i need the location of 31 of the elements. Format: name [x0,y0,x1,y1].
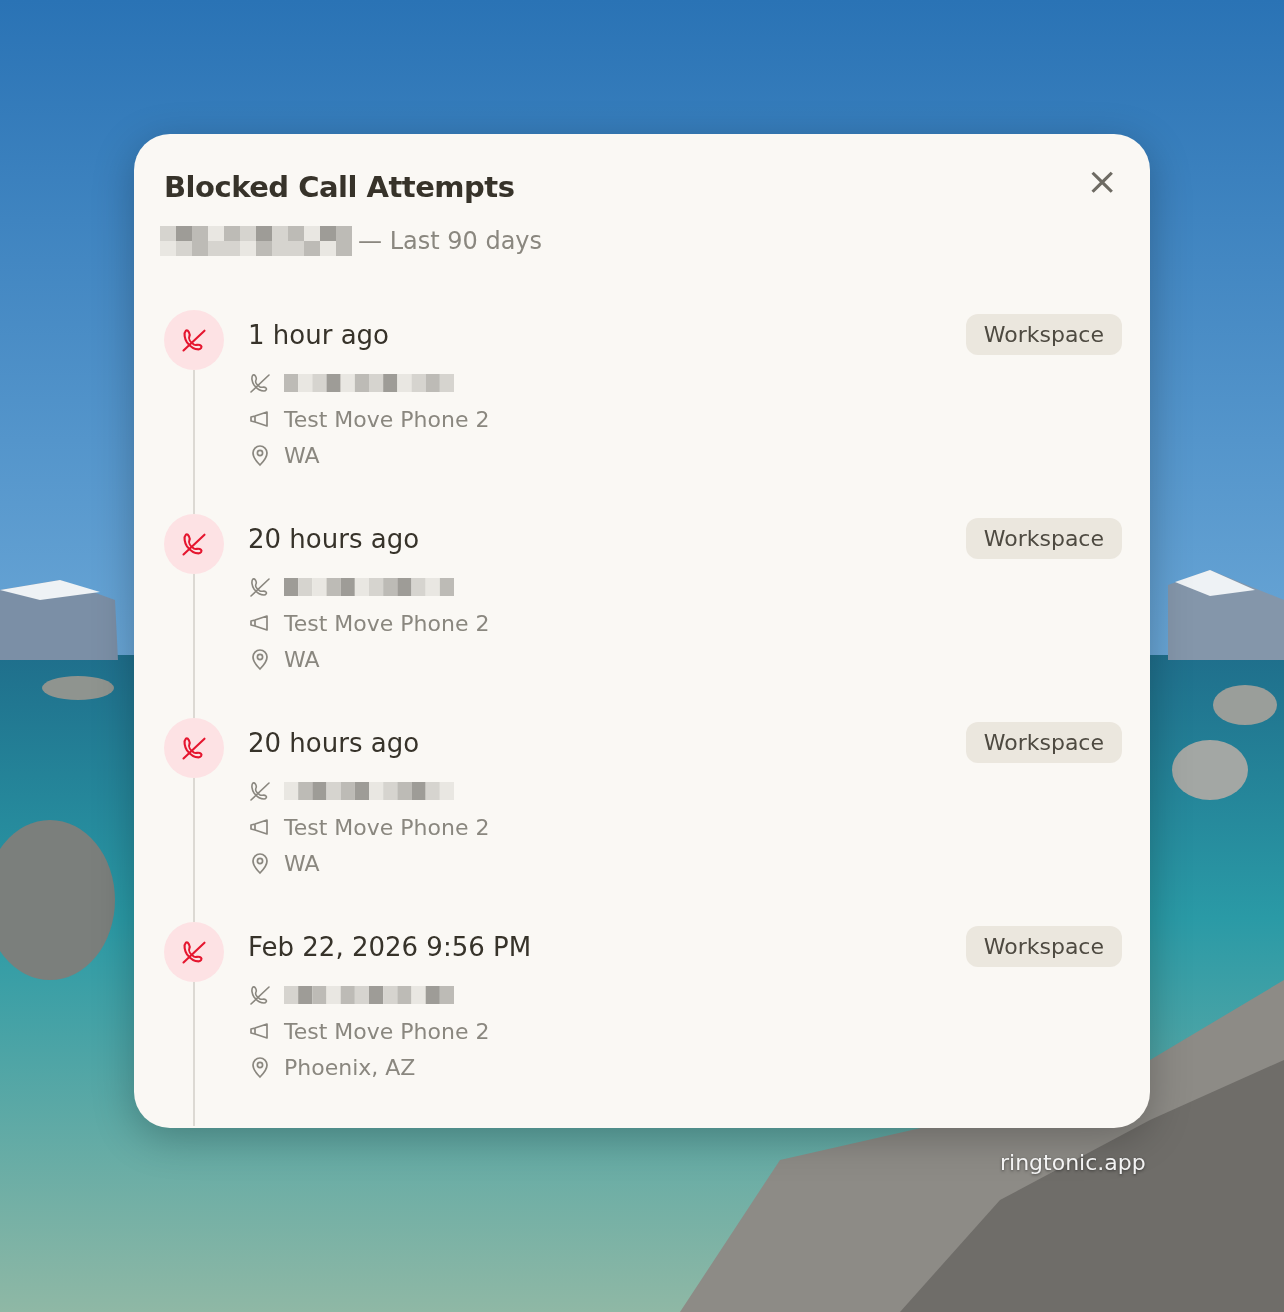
workspace-tag: Workspace [965,722,1122,763]
redacted-number-icon [284,578,454,596]
phone-off-icon [248,371,272,395]
rock-drawing [1213,685,1277,725]
site-caption: ringtonic.app [1000,1150,1146,1175]
redacted-number-icon [284,782,454,800]
call-time: Feb 22, 2026 9:56 PM [248,931,532,962]
redacted-number-icon [284,374,454,392]
phone-line-name: Test Move Phone 2 [284,814,490,840]
phone-off-icon [248,779,272,803]
call-location: WA [284,850,320,876]
rock-drawing [42,676,114,700]
redacted-number-icon [284,986,454,1004]
phone-off-icon [248,575,272,599]
phone-off-icon [248,983,272,1007]
workspace-tag: Workspace [965,926,1122,967]
phone-line-name: Test Move Phone 2 [284,610,490,636]
subtitle: — Last 90 days [358,227,543,255]
call-time: 20 hours ago [248,727,420,758]
call-location: WA [284,646,320,672]
workspace-tag: Workspace [965,314,1122,355]
call-time: 1 hour ago [248,319,389,350]
dialog-title: Blocked Call Attempts [164,170,516,204]
call-location: Phoenix, AZ [284,1054,416,1080]
redacted-number-icon [160,226,352,256]
call-time: 20 hours ago [248,523,420,554]
workspace-tag: Workspace [965,518,1122,559]
phone-line-name: Test Move Phone 2 [284,1018,490,1044]
close-button[interactable]: × [1082,162,1122,200]
call-location: WA [284,442,320,468]
phone-line-name: Test Move Phone 2 [284,406,490,432]
